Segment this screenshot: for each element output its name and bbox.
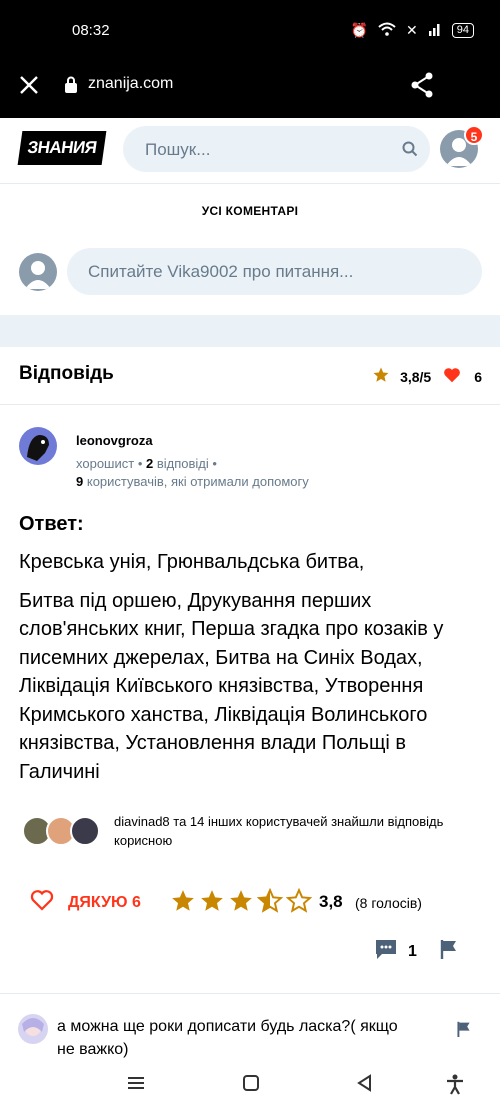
thanks-button[interactable]: ДЯКУЮ 6 [30,889,141,916]
star-icon [372,366,390,387]
answer-header: Відповідь 3,8/5 6 [0,347,500,405]
lock-icon [64,76,78,99]
comment-text: а можна ще роки дописати будь ласка?( як… [57,1018,398,1058]
section-separator [0,315,500,347]
helped-label: користувачів, які отримали допомогу [86,474,309,489]
status-icons: ⏰ ✕ 94 [351,22,474,39]
star-icon[interactable] [228,888,254,919]
system-nav-bar [0,1059,500,1111]
likes-count: 6 [474,368,482,385]
alarm-icon: ⏰ [350,22,369,38]
answer-heading: Відповідь [19,363,114,384]
home-icon[interactable] [241,1073,261,1098]
author-answers-label: відповіді [156,456,209,471]
star-icon[interactable] [199,888,225,919]
url-text[interactable]: znanija.com [88,75,173,93]
commenter-avatar[interactable] [18,1014,48,1044]
accessibility-icon[interactable] [444,1073,466,1100]
divider [0,993,500,994]
heart-icon [443,367,461,386]
heart-outline-icon [30,889,54,916]
site-header: ЗНАНИЯ Пошук... 5 [0,118,500,184]
rating-score: 3,8 [319,892,343,911]
znanija-logo[interactable]: ЗНАНИЯ [17,131,107,165]
author-helped: 9 користувачів, які отримали допомогу [76,474,309,489]
status-bar: 08:32 ⏰ ✕ 94 [0,0,500,62]
helpful-avatars [22,816,100,846]
browser-bar: znanija.com [0,62,500,118]
notification-badge[interactable]: 5 [464,125,484,145]
no-signal-icon: ✕ [406,22,418,38]
helped-count: 9 [76,474,84,489]
thanks-label: ДЯКУЮ 6 [68,893,141,911]
answer-paragraph: Битва під оршею, Друкування перших слов'… [19,589,444,783]
share-icon[interactable] [410,72,434,103]
signal-icon [428,22,442,39]
answer-body: Кревська унія, Грюнвальдська битва, Битв… [19,548,489,796]
comment-icon[interactable] [374,938,398,965]
helpful-text: diavinad8 та 14 інших користувачей знайш… [114,814,444,848]
search-icon[interactable] [402,141,418,162]
menu-icon[interactable] [126,1073,146,1098]
flag-icon[interactable] [439,938,459,965]
back-icon[interactable] [355,1073,375,1098]
search-input[interactable]: Пошук... [123,126,430,172]
author-avatar[interactable] [19,427,57,465]
status-time: 08:32 [72,22,110,39]
author-answers-count: 2 [146,456,154,471]
helper-avatar [70,816,100,846]
wifi-icon [378,22,396,39]
close-icon[interactable] [18,74,40,96]
author-meta: хорошист • 2 відповіді • [76,456,217,471]
answer-actions: 1 [374,938,459,965]
answer-paragraph: Кревська унія, Грюнвальдська битва, [19,551,365,573]
star-half-icon[interactable] [256,887,284,919]
rating-value: 3,8/5 [400,368,432,385]
author-rank: хорошист [76,456,135,471]
ask-placeholder: Спитайте Vika9002 про питання... [88,262,354,281]
star-outline-icon[interactable] [285,887,313,919]
comment-count[interactable]: 1 [408,943,417,961]
battery-icon: 94 [451,23,474,38]
ask-question-input[interactable]: Спитайте Vika9002 про питання... [67,248,482,295]
rating-stars[interactable] [170,887,313,919]
all-comments-title[interactable]: УСІ КОМЕНТАРІ [0,204,500,218]
star-icon[interactable] [170,888,196,919]
answer-label: Ответ: [19,513,84,535]
ask-avatar [19,253,57,291]
rating-votes: (8 голосів) [355,895,422,911]
flag-icon[interactable] [456,1020,472,1043]
author-name[interactable]: leonovgroza [76,433,153,448]
search-placeholder: Пошук... [145,140,211,159]
answer-rating: 3,8/5 6 [372,366,482,387]
